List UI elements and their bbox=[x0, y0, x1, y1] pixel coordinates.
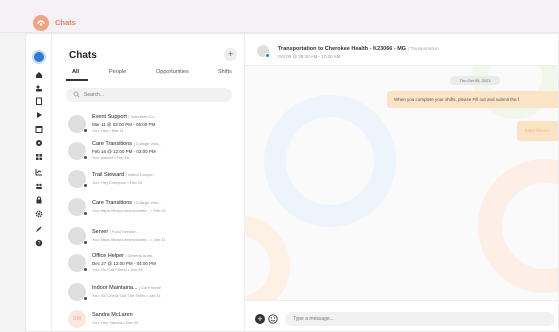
status-dot bbox=[83, 240, 88, 245]
help-icon[interactable]: ? bbox=[34, 238, 44, 248]
title-bar: Chats bbox=[0, 0, 559, 33]
conversation-name: Indoor Maintaina... bbox=[92, 285, 138, 291]
conversation-sub: | Care home bbox=[139, 285, 162, 290]
conversation-sub: | College Volu... bbox=[133, 200, 162, 205]
message-composer: + bbox=[245, 300, 558, 331]
status-dot bbox=[83, 267, 88, 272]
conversation-name: Care Transitions bbox=[92, 141, 133, 147]
status-dot bbox=[265, 53, 270, 58]
lock-icon[interactable] bbox=[34, 195, 44, 205]
tab-people[interactable]: People bbox=[109, 69, 126, 75]
conversation-sub: | Food Service... bbox=[109, 229, 139, 234]
status-dot bbox=[83, 296, 88, 301]
play-icon[interactable] bbox=[34, 110, 44, 120]
conversation-name: Sandra McLaren bbox=[92, 312, 133, 318]
chat-pane: Transportation to Cherokee Health - K230… bbox=[245, 34, 558, 331]
message-bubble: When you complete your shifts, please Fi… bbox=[387, 91, 558, 108]
conversation-item[interactable]: Care Transitions | College Volu... Feb 1… bbox=[68, 139, 243, 165]
date-separator: Thu Oct 05, 2023 bbox=[450, 76, 500, 85]
conversation-preview: You: https://bravo.timesvolunte... • Feb… bbox=[92, 208, 166, 213]
users-icon[interactable] bbox=[34, 83, 44, 93]
people-icon[interactable] bbox=[34, 181, 44, 191]
chat-schedule: Oct 09 @ 08:30 AM - 10:00 AM bbox=[278, 54, 341, 59]
search-icon bbox=[73, 91, 80, 98]
nav-rail: ? bbox=[26, 34, 52, 331]
svg-text:?: ? bbox=[38, 241, 41, 247]
conversation-name: Trail Steward bbox=[92, 172, 125, 178]
conversation-sub: | Island Canyon bbox=[125, 172, 154, 177]
chats-panel: Chats + All People Opportunities Shifts … bbox=[52, 34, 245, 331]
conversation-item[interactable]: SM Sandra McLaren You: Hey Sandra • Dec … bbox=[68, 307, 243, 331]
conversation-sub: | Volunteer Co... bbox=[128, 114, 158, 119]
location-icon[interactable] bbox=[34, 138, 44, 148]
conversation-preview: You: Hey Sandra • Dec 20 bbox=[92, 320, 139, 325]
conversation-preview: You: Go Check Out The Shifts • Jan 11 bbox=[92, 293, 161, 298]
conversation-time: Mar 11 @ 03:00 PM - 05:00 PM bbox=[92, 122, 156, 127]
search-input[interactable] bbox=[84, 91, 224, 99]
message-link[interactable]: https://bravo bbox=[517, 121, 558, 141]
conversation-sub: | General Admi... bbox=[125, 253, 156, 258]
search-bar bbox=[66, 88, 232, 102]
chat-title-category: | Transportation bbox=[407, 46, 439, 51]
grid-icon[interactable] bbox=[34, 152, 44, 162]
globe-icon[interactable] bbox=[32, 50, 46, 64]
conversation-item[interactable]: Server | Food Service... You: https://br… bbox=[68, 224, 243, 250]
conversation-preview: You: Hey Everyone • Feb 03 bbox=[92, 180, 143, 185]
conversation-name: Event Support bbox=[92, 114, 127, 120]
status-dot bbox=[83, 183, 88, 188]
emoji-icon[interactable] bbox=[268, 314, 278, 324]
conversation-sub: | College Volu... bbox=[133, 141, 162, 146]
edit-icon[interactable] bbox=[34, 224, 44, 234]
status-dot bbox=[83, 211, 88, 216]
home-icon[interactable] bbox=[34, 70, 44, 80]
calendar-icon[interactable] bbox=[34, 124, 44, 134]
new-chat-button[interactable]: + bbox=[224, 48, 237, 61]
chat-header: Transportation to Cherokee Health - K230… bbox=[245, 34, 558, 66]
tab-shifts[interactable]: Shifts bbox=[218, 69, 232, 75]
add-attachment-icon[interactable]: + bbox=[255, 314, 265, 324]
chart-icon[interactable] bbox=[34, 167, 44, 177]
conversation-name: Office Helper bbox=[92, 253, 124, 259]
conversation-name: Care Transitions bbox=[92, 200, 133, 206]
chat-tabs: All People Opportunities Shifts bbox=[52, 69, 245, 83]
conversation-name: Server bbox=[92, 229, 109, 235]
status-dot bbox=[83, 155, 88, 160]
conversation-time: Feb 16 @ 12:00 PM - 03:00 PM bbox=[92, 149, 156, 154]
conversation-item[interactable]: Office Helper | General Admi... Dec 27 @… bbox=[68, 251, 243, 277]
avatar: SM bbox=[68, 310, 86, 328]
conversation-item[interactable]: Indoor Maintaina... | Care home You: Go … bbox=[68, 280, 243, 306]
app-logo-icon bbox=[33, 15, 49, 31]
panel-title: Chats bbox=[69, 50, 97, 61]
conversation-item[interactable]: Event Support | Volunteer Co... Mar 11 @… bbox=[68, 112, 243, 138]
conversation-time: Dec 27 @ 12:00 PM - 04:00 PM bbox=[92, 261, 156, 266]
conversation-item[interactable]: Trail Steward | Island Canyon You: Hey E… bbox=[68, 167, 243, 193]
message-input[interactable] bbox=[285, 312, 555, 326]
tab-opportunities[interactable]: Opportunities bbox=[156, 69, 189, 75]
active-tab-indicator bbox=[66, 79, 88, 81]
conversation-preview: You: On Call Friend • Jan 23 bbox=[92, 267, 143, 272]
app-window: ? Chats + All People Opportunities Shift… bbox=[25, 33, 559, 332]
app-title: Chats bbox=[55, 18, 76, 27]
chat-title: Transportation to Cherokee Health - K230… bbox=[278, 46, 407, 52]
conversation-preview: You: Hey • Mar 11 bbox=[92, 128, 124, 133]
status-dot bbox=[83, 128, 88, 133]
conversation-preview: You: https://bravo.timesvolunte... • Jan… bbox=[92, 237, 166, 242]
conversation-item[interactable]: Care Transitions | College Volu... You: … bbox=[68, 195, 243, 221]
gear-icon[interactable] bbox=[34, 209, 44, 219]
conversation-preview: You: Instant • Feb 16 bbox=[92, 155, 130, 160]
clipboard-icon[interactable] bbox=[34, 96, 44, 106]
tab-all[interactable]: All bbox=[72, 69, 79, 75]
